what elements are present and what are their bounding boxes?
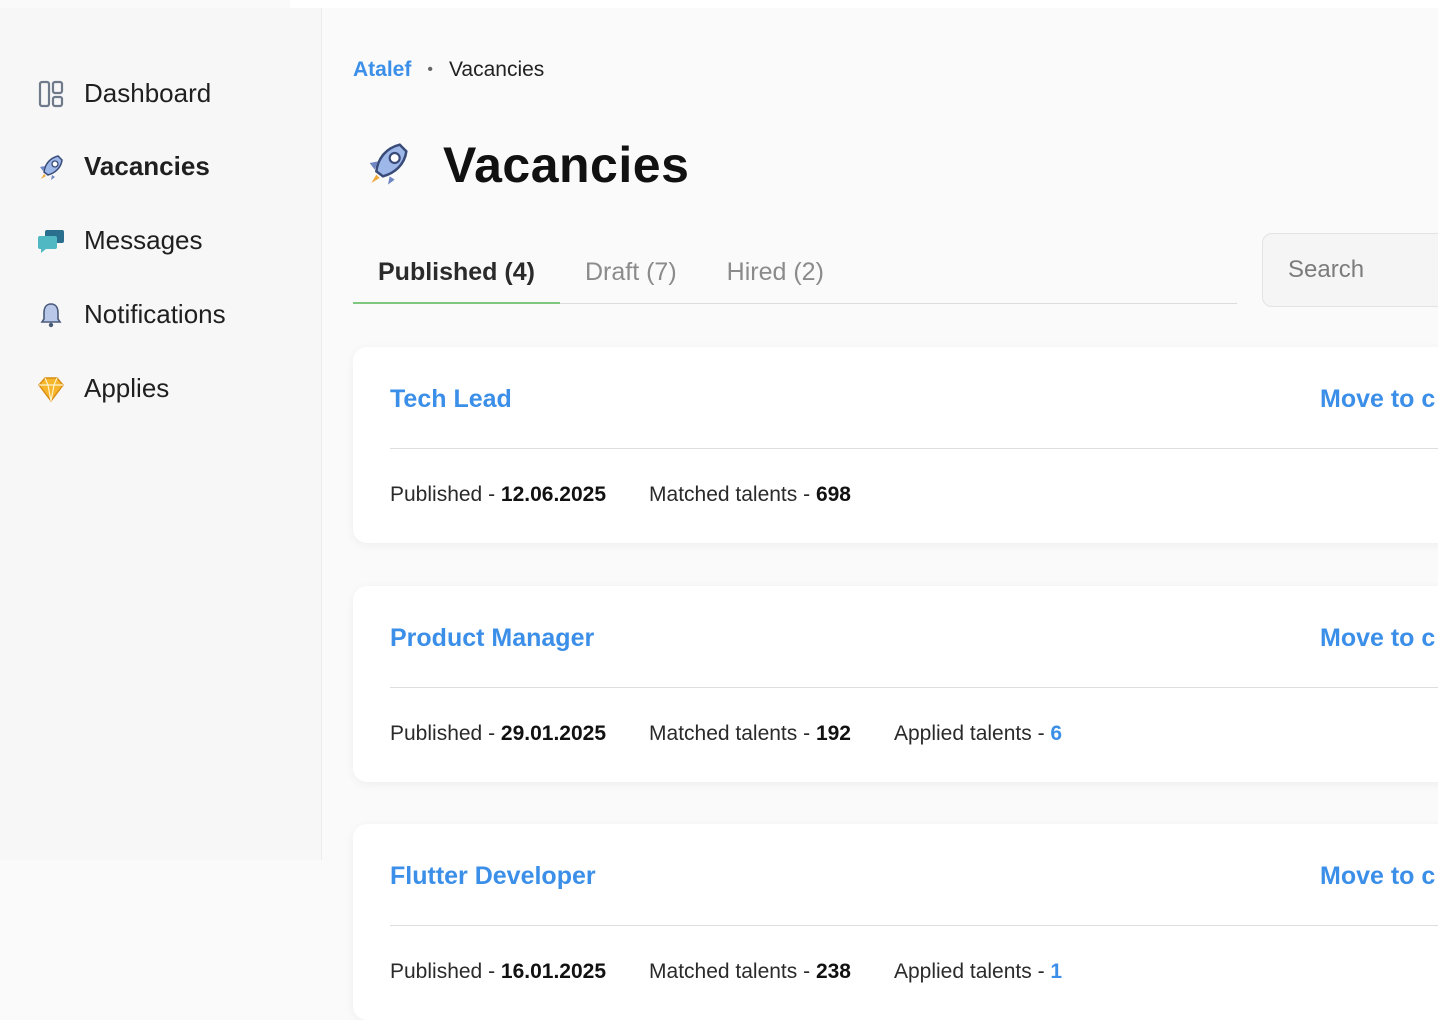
tab-published[interactable]: Published (4) — [353, 248, 560, 304]
vacancy-title-link[interactable]: Tech Lead — [390, 385, 512, 414]
vacancy-card: Flutter Developer Move to c Published - … — [353, 824, 1438, 1020]
applied-label: Applied talents - — [893, 722, 1051, 745]
diamond-icon — [36, 374, 66, 404]
sidebar-item-applies[interactable]: Applies — [36, 373, 169, 404]
vacancy-title-link[interactable]: Product Manager — [390, 624, 594, 653]
vacancy-meta: Published - 29.01.2025 Matched talents -… — [390, 722, 1062, 746]
published-date: Published - 16.01.2025 — [390, 960, 606, 984]
sidebar: Dashboard Vacancies Messages Notificatio… — [0, 8, 322, 860]
matched-label: Matched talents - — [649, 960, 816, 983]
applied-talents: Applied talents - 1 — [894, 960, 1062, 984]
breadcrumb-separator: • — [427, 61, 433, 78]
rocket-icon — [363, 138, 413, 193]
top-strip — [290, 0, 1438, 8]
vacancy-card: Tech Lead Move to c Published - 12.06.20… — [353, 347, 1438, 543]
move-to-button[interactable]: Move to c — [1320, 624, 1435, 653]
page-title: Vacancies — [443, 137, 690, 193]
divider — [390, 687, 1438, 688]
sidebar-item-label: Dashboard — [84, 78, 212, 108]
main-content: Atalef • Vacancies Vacancies Published (… — [323, 8, 1438, 1020]
search-input[interactable] — [1262, 233, 1438, 307]
applied-label: Applied talents - — [893, 960, 1051, 983]
sidebar-item-notifications[interactable]: Notifications — [36, 299, 226, 330]
vacancy-title-link[interactable]: Flutter Developer — [390, 862, 596, 891]
matched-talents: Matched talents - 192 — [649, 722, 851, 746]
tab-hired[interactable]: Hired (2) — [702, 248, 849, 304]
tab-bar: Published (4) Draft (7) Hired (2) — [353, 248, 1237, 304]
chat-bubbles-icon — [36, 226, 66, 256]
divider — [390, 448, 1438, 449]
matched-value: 238 — [815, 960, 851, 983]
vacancy-meta: Published - 12.06.2025 Matched talents -… — [390, 483, 851, 507]
divider — [390, 925, 1438, 926]
published-value: 29.01.2025 — [500, 722, 607, 745]
sidebar-item-vacancies[interactable]: Vacancies — [36, 151, 210, 182]
applied-value-link[interactable]: 6 — [1050, 722, 1062, 745]
bell-icon — [36, 300, 66, 330]
tab-draft[interactable]: Draft (7) — [560, 248, 702, 304]
sidebar-item-messages[interactable]: Messages — [36, 225, 203, 256]
page-header: Vacancies — [363, 136, 689, 194]
matched-label: Matched talents - — [649, 722, 816, 745]
sidebar-item-dashboard[interactable]: Dashboard — [36, 78, 211, 109]
breadcrumb: Atalef • Vacancies — [353, 58, 544, 82]
sidebar-item-label: Vacancies — [84, 151, 210, 181]
sidebar-item-label: Applies — [84, 373, 170, 403]
published-date: Published - 12.06.2025 — [390, 483, 606, 507]
published-value: 12.06.2025 — [500, 483, 607, 506]
published-label: Published - — [390, 960, 501, 983]
published-label: Published - — [390, 483, 501, 506]
matched-label: Matched talents - — [649, 483, 816, 506]
matched-value: 192 — [815, 722, 851, 745]
applied-value-link[interactable]: 1 — [1050, 960, 1062, 983]
published-value: 16.01.2025 — [500, 960, 607, 983]
vacancy-card: Product Manager Move to c Published - 29… — [353, 586, 1438, 782]
vacancy-meta: Published - 16.01.2025 Matched talents -… — [390, 960, 1062, 984]
dashboard-icon — [36, 79, 66, 109]
breadcrumb-current: Vacancies — [448, 58, 545, 81]
matched-talents: Matched talents - 698 — [649, 483, 851, 507]
published-label: Published - — [390, 722, 501, 745]
sidebar-item-label: Notifications — [84, 299, 226, 329]
breadcrumb-root-link[interactable]: Atalef — [353, 58, 411, 82]
rocket-icon — [36, 152, 66, 182]
applied-talents: Applied talents - 6 — [894, 722, 1062, 746]
matched-talents: Matched talents - 238 — [649, 960, 851, 984]
published-date: Published - 29.01.2025 — [390, 722, 606, 746]
move-to-button[interactable]: Move to c — [1320, 385, 1435, 414]
move-to-button[interactable]: Move to c — [1320, 862, 1435, 891]
sidebar-item-label: Messages — [84, 225, 203, 255]
matched-value: 698 — [815, 483, 851, 506]
